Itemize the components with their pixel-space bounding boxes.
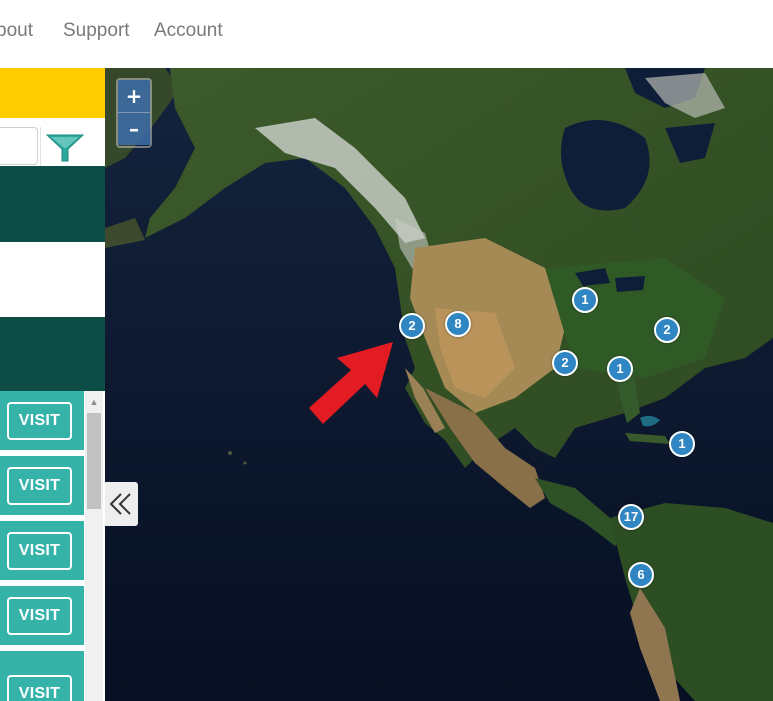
list-scrollbar[interactable]: ▲ <box>85 391 103 701</box>
zoom-out-button[interactable]: – <box>118 113 150 145</box>
panel-section-header-2 <box>0 317 105 391</box>
zoom-control: + – <box>116 78 152 148</box>
satellite-basemap <box>105 68 773 701</box>
panel-section-header <box>0 166 105 242</box>
cluster-marker[interactable]: 1 <box>669 431 695 457</box>
panel-section-body <box>0 242 105 317</box>
header-accent-bar <box>0 68 105 118</box>
search-input[interactable] <box>0 127 38 165</box>
nav-link-support[interactable]: Support <box>63 20 130 42</box>
cluster-marker[interactable]: 1 <box>607 356 633 382</box>
nav-link-about[interactable]: bout <box>0 20 33 42</box>
red-arrow-icon <box>309 342 393 424</box>
cluster-marker[interactable]: 2 <box>654 317 680 343</box>
scroll-thumb[interactable] <box>87 413 101 509</box>
left-panel: VISIT VISIT VISIT VISIT VISIT ▲ <box>0 68 105 701</box>
visit-button[interactable]: VISIT <box>7 597 72 635</box>
zoom-in-button[interactable]: + <box>118 80 150 113</box>
results-list: VISIT VISIT VISIT VISIT VISIT ▲ <box>0 391 105 701</box>
cluster-marker[interactable]: 2 <box>552 350 578 376</box>
visit-button[interactable]: VISIT <box>7 675 72 701</box>
visit-button[interactable]: VISIT <box>7 532 72 570</box>
visit-button[interactable]: VISIT <box>7 467 72 505</box>
map-view[interactable]: + – 2 8 1 2 2 1 1 17 6 <box>105 68 773 701</box>
list-item: VISIT <box>0 651 84 701</box>
list-item: VISIT <box>0 521 84 583</box>
visit-button[interactable]: VISIT <box>7 402 72 440</box>
cluster-marker[interactable]: 1 <box>572 287 598 313</box>
nav-link-account[interactable]: Account <box>154 20 223 42</box>
scroll-up-arrow-icon[interactable]: ▲ <box>85 395 103 409</box>
list-item: VISIT <box>0 456 84 518</box>
collapse-panel-button[interactable] <box>105 482 138 526</box>
cluster-marker[interactable]: 6 <box>628 562 654 588</box>
cluster-marker[interactable]: 8 <box>445 311 471 337</box>
list-item: VISIT <box>0 586 84 648</box>
list-item: VISIT <box>0 391 84 453</box>
cluster-marker[interactable]: 17 <box>618 504 644 530</box>
app-root: bout Support Account VISIT VISIT VISIT V… <box>0 0 773 701</box>
cluster-marker[interactable]: 2 <box>399 313 425 339</box>
top-nav: bout Support Account <box>0 0 773 68</box>
search-filter-row <box>0 118 105 166</box>
filter-button[interactable] <box>40 127 105 166</box>
funnel-icon <box>46 134 84 162</box>
double-chevron-left-icon <box>109 493 131 515</box>
